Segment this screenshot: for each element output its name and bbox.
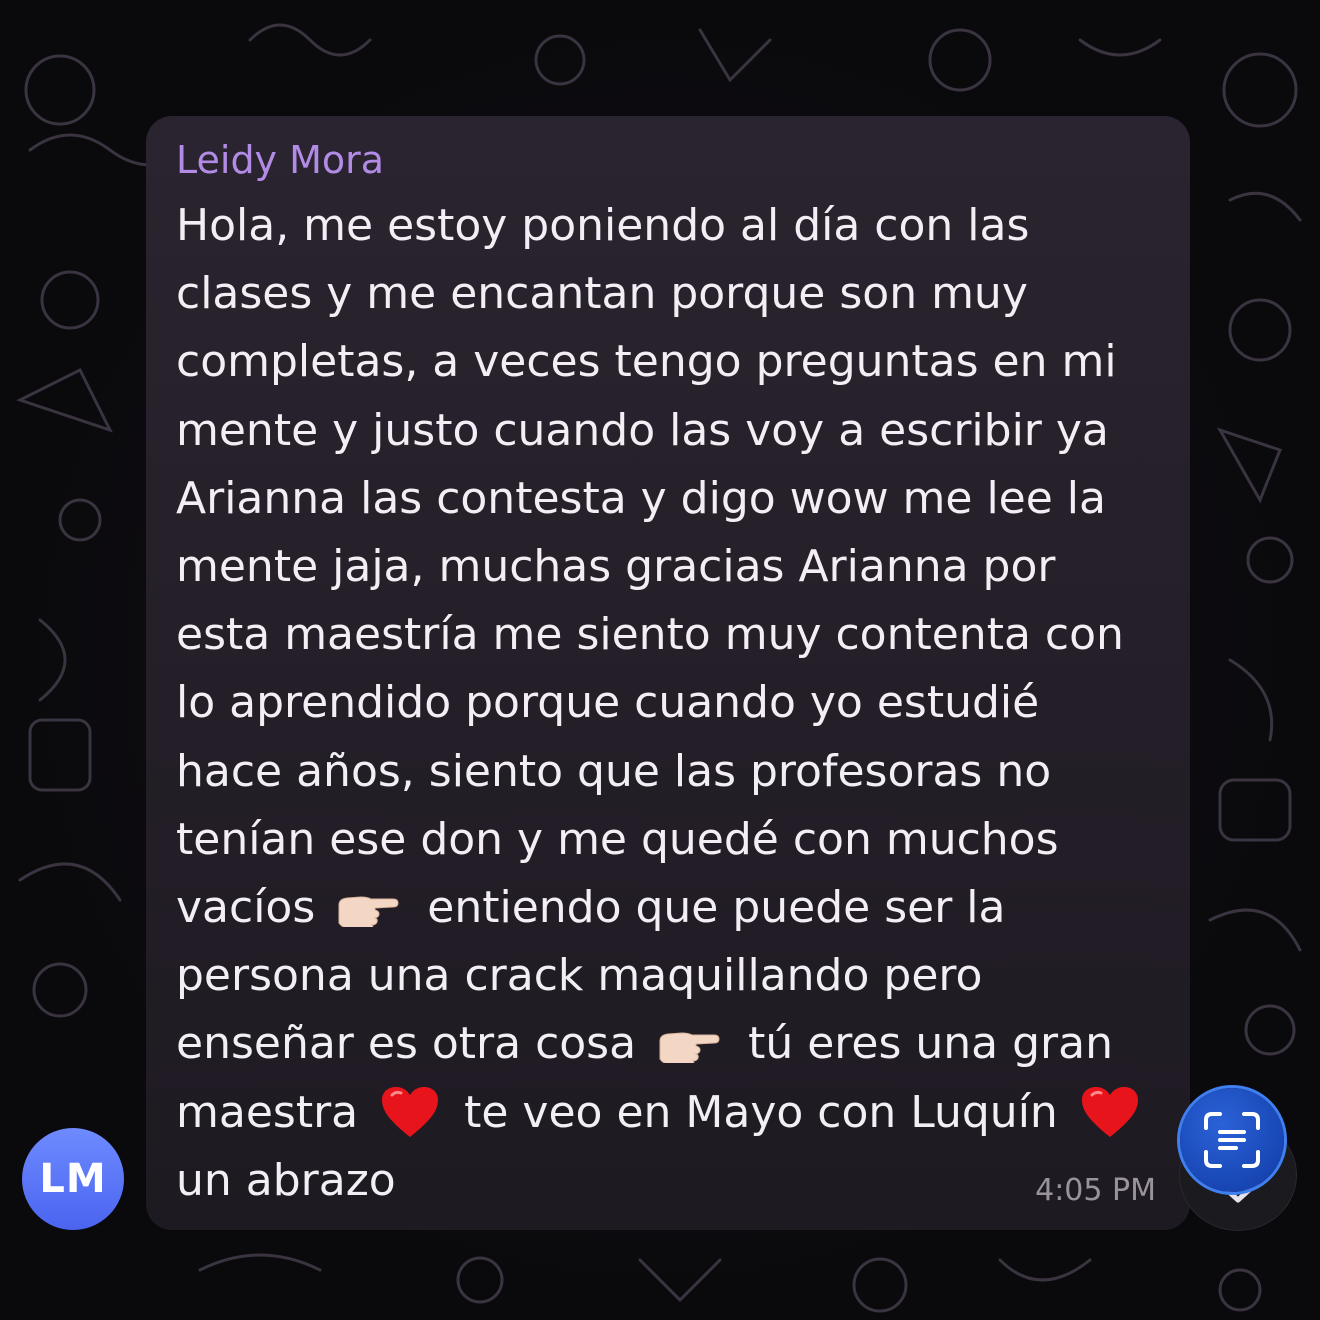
sender-name[interactable]: Leidy Mora bbox=[176, 138, 1160, 182]
message-line: tenían ese don y me quedé con muchos bbox=[176, 813, 1059, 865]
message-line: lo aprendido porque cuando yo estudié bbox=[176, 677, 1040, 729]
message-timestamp: 4:05 PM bbox=[1035, 1173, 1156, 1208]
message-line: mente y justo cuando las voy a escribir … bbox=[176, 404, 1109, 456]
red-heart-icon bbox=[1081, 1086, 1138, 1137]
message-line: clases y me encantan porque son muy bbox=[176, 268, 1028, 320]
message-line: Arianna las contesta y digo wow me lee l… bbox=[176, 472, 1106, 524]
message-line: esta maestría me siento muy contenta con bbox=[176, 609, 1124, 661]
backhand-index-pointing-right-icon bbox=[659, 1032, 720, 1064]
red-heart-icon bbox=[382, 1086, 439, 1137]
message-line: vacíos entiendo que puede ser la bbox=[176, 874, 1160, 942]
message-line: enseñar es otra cosa tú eres una gran bbox=[176, 1010, 1160, 1078]
avatar-initials: LM bbox=[39, 1156, 107, 1202]
message-fragment: enseñar es otra cosa bbox=[176, 1018, 637, 1070]
message-line: Hola, me estoy poniendo al día con las bbox=[176, 200, 1030, 251]
scan-text-icon bbox=[1204, 1112, 1260, 1168]
message-bubble[interactable]: Leidy Mora Hola, me estoy poniendo al dí… bbox=[146, 116, 1190, 1230]
backhand-index-pointing-right-icon bbox=[338, 896, 399, 928]
message-line: mente jaja, muchas gracias Arianna por bbox=[176, 541, 1056, 593]
message-fragment: entiendo que puede ser la bbox=[427, 882, 1006, 934]
message-line: un abrazo bbox=[176, 1154, 396, 1206]
message-line: hace años, siento que las profesoras no bbox=[176, 745, 1052, 797]
message-line: persona una crack maquillando pero bbox=[176, 950, 983, 1002]
message-fragment: te veo en Mayo con Luquín bbox=[464, 1086, 1058, 1138]
message-fragment: maestra bbox=[176, 1086, 359, 1138]
message-line: completas, a veces tengo preguntas en mi bbox=[176, 336, 1117, 388]
message-fragment: vacíos bbox=[176, 882, 316, 934]
message-fragment: tú eres una gran bbox=[748, 1018, 1113, 1070]
sender-avatar[interactable]: LM bbox=[22, 1128, 124, 1230]
message-text: Hola, me estoy poniendo al día con las c… bbox=[176, 192, 1160, 1215]
message-line: maestra te veo en Mayo con Luquín bbox=[176, 1079, 1160, 1147]
scan-text-button[interactable] bbox=[1180, 1088, 1284, 1192]
